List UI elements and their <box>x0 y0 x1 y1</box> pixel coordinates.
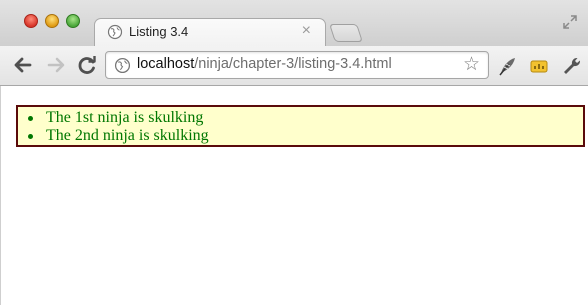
forward-arrow-icon[interactable] <box>45 54 67 76</box>
results-list: The 1st ninja is skulking The 2nd ninja … <box>16 105 585 147</box>
viewport-edge <box>0 86 1 305</box>
window-maximize-button[interactable] <box>66 14 80 28</box>
reload-icon[interactable] <box>76 54 98 76</box>
globe-icon <box>107 24 123 40</box>
tab-title: Listing 3.4 <box>129 24 189 39</box>
list-item: The 2nd ninja is skulking <box>18 127 583 145</box>
url-host: localhost <box>137 56 195 72</box>
page-viewport: The 1st ninja is skulking The 2nd ninja … <box>0 86 588 305</box>
yellow-badge-icon[interactable] <box>528 55 550 77</box>
browser-window: Listing 3.4 × localhost/ninja/chapter-3/… <box>0 0 588 305</box>
bullet-icon <box>28 134 33 139</box>
url-text[interactable]: localhost/ninja/chapter-3/listing-3.4.ht… <box>137 56 392 72</box>
new-tab-button[interactable] <box>329 24 363 42</box>
browser-toolbar: localhost/ninja/chapter-3/listing-3.4.ht… <box>0 46 588 86</box>
site-info-globe-icon[interactable] <box>114 57 131 74</box>
star-icon[interactable]: ☆ <box>463 55 480 75</box>
fullscreen-icon[interactable] <box>562 14 578 30</box>
address-bar[interactable]: localhost/ninja/chapter-3/listing-3.4.ht… <box>105 51 489 79</box>
list-item-text: The 1st ninja is skulking <box>46 109 204 126</box>
wrench-icon[interactable] <box>561 55 583 77</box>
window-minimize-button[interactable] <box>45 14 59 28</box>
list-item: The 1st ninja is skulking <box>18 109 583 127</box>
tab-close-icon[interactable]: × <box>302 22 311 40</box>
tab-listing[interactable]: Listing 3.4 × <box>94 18 326 47</box>
feather-icon[interactable] <box>497 55 519 77</box>
window-close-button[interactable] <box>24 14 38 28</box>
url-path: /ninja/chapter-3/listing-3.4.html <box>194 56 392 72</box>
bullet-icon <box>28 116 33 121</box>
back-arrow-icon[interactable] <box>12 54 34 76</box>
tab-strip: Listing 3.4 × <box>0 0 588 47</box>
list-item-text: The 2nd ninja is skulking <box>46 127 209 144</box>
